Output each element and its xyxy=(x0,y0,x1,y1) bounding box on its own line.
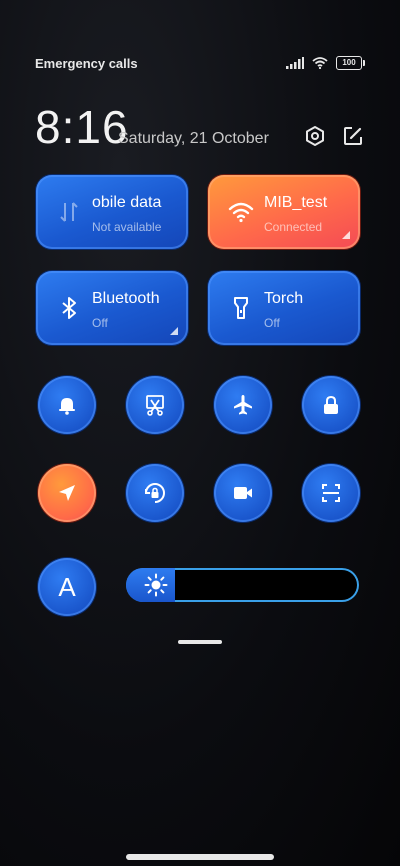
tile-torch[interactable]: Torch Off xyxy=(208,271,360,345)
tile-status: Off xyxy=(264,316,280,330)
lock-toggle[interactable] xyxy=(302,376,360,434)
battery-icon: 100 xyxy=(336,56,365,70)
tile-label: Bluetooth xyxy=(92,290,160,307)
font-letter: A xyxy=(58,571,76,602)
location-toggle[interactable] xyxy=(38,464,96,522)
wifi-status-icon xyxy=(312,57,328,69)
signal-icon xyxy=(286,57,304,69)
tile-label: Torch xyxy=(264,290,304,307)
tile-status: Connected xyxy=(264,220,323,234)
video-camera-icon xyxy=(234,487,252,499)
collapse-handle[interactable] xyxy=(178,640,222,644)
scan-icon xyxy=(322,484,340,502)
status-bar: Emergency calls o 100 xyxy=(0,52,400,76)
rotation-lock-toggle[interactable] xyxy=(126,464,184,522)
location-icon xyxy=(59,485,75,501)
screenshot-scissors-icon xyxy=(146,395,164,416)
tile-wifi[interactable]: MIB_test Connected xyxy=(208,175,360,249)
tile-label: obile data xyxy=(92,194,162,211)
font-size-button[interactable]: A xyxy=(38,558,96,616)
sun-icon xyxy=(144,573,168,597)
tile-status: Off xyxy=(92,316,108,330)
clock: 8:16 xyxy=(35,101,129,153)
settings-icon[interactable] xyxy=(303,124,327,148)
mobile-data-icon xyxy=(60,202,78,222)
status-icons: 100 xyxy=(286,56,365,70)
lock-icon xyxy=(324,395,338,414)
expand-corner-icon[interactable] xyxy=(342,231,350,239)
navigation-bar[interactable] xyxy=(126,854,274,860)
rotation-lock-icon xyxy=(145,483,165,503)
wifi-icon xyxy=(228,202,254,223)
silent-toggle[interactable] xyxy=(38,376,96,434)
bell-icon xyxy=(59,398,75,415)
tile-bluetooth[interactable]: Bluetooth Off xyxy=(36,271,188,345)
scanner-toggle[interactable] xyxy=(302,464,360,522)
screenshot-toggle[interactable] xyxy=(126,376,184,434)
expand-corner-icon[interactable] xyxy=(170,327,178,335)
torch-icon xyxy=(234,297,248,319)
airplane-toggle[interactable] xyxy=(214,376,272,434)
tile-mobile-data[interactable]: obile data Not available xyxy=(36,175,188,249)
date: Saturday, 21 October xyxy=(118,130,269,147)
emergency-calls-text: Emergency calls o xyxy=(35,56,137,71)
airplane-icon xyxy=(234,395,252,415)
edit-icon[interactable] xyxy=(341,124,365,148)
tile-label: MIB_test xyxy=(264,194,328,211)
tile-status: Not available xyxy=(92,220,162,234)
bluetooth-icon xyxy=(62,297,76,319)
screen-recorder-toggle[interactable] xyxy=(214,464,272,522)
brightness-slider[interactable] xyxy=(126,568,359,602)
